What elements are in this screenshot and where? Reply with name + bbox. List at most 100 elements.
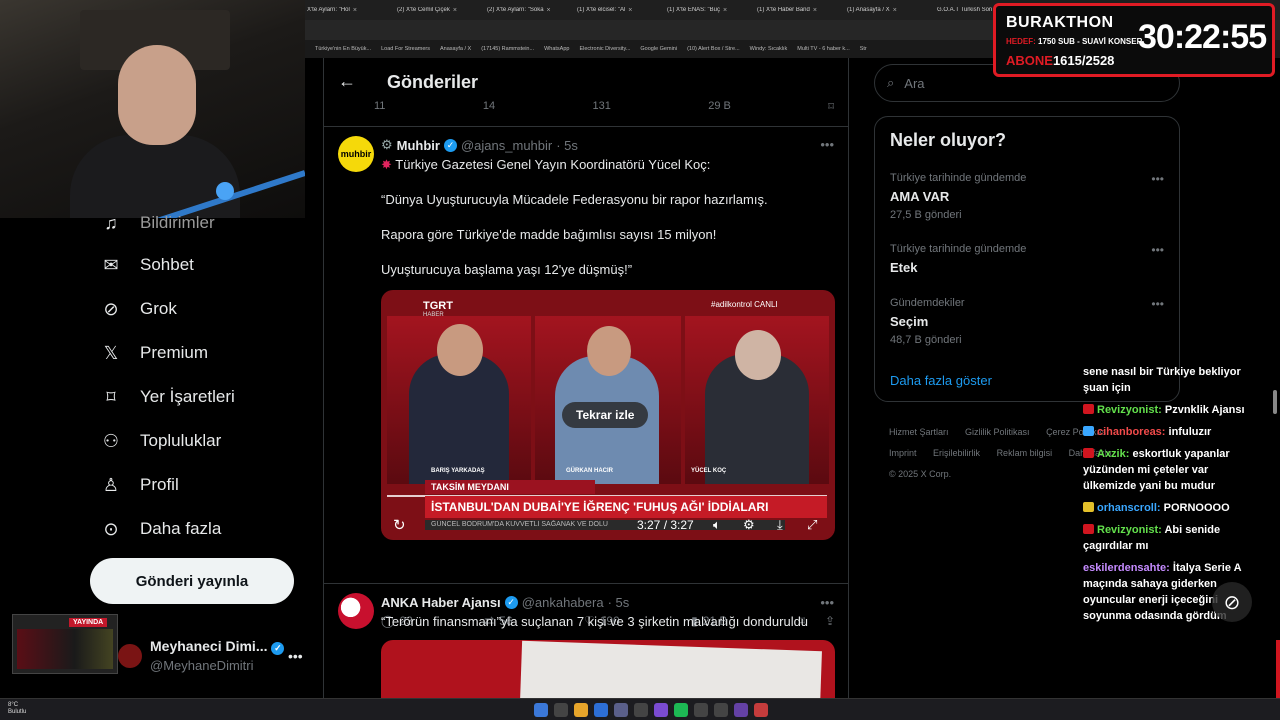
nav-item-notifications[interactable]: ♫ Bildirimler (100, 212, 214, 234)
chrome-icon[interactable] (574, 703, 588, 717)
nav-item-grok[interactable]: ⊘ Grok (100, 298, 176, 320)
browser-tab[interactable]: (2) X'te Cemil Çiçek × (397, 7, 483, 14)
chat-message: orhanscroll: PORNOOOO (1083, 500, 1255, 516)
bookmark[interactable]: (17145) Rammstein... (481, 46, 534, 52)
browser-tab[interactable]: (1) X'te ENAS: "Buç × (667, 7, 753, 14)
avatar[interactable]: muhbir (338, 136, 374, 172)
bookmark[interactable]: Google Gemini (640, 46, 677, 52)
footer-link[interactable]: Imprint (889, 448, 917, 458)
trend-topic: Seçim (890, 314, 929, 329)
guest-nameplate: GÜRKAN HACIR (566, 468, 613, 474)
footer-link[interactable]: Gizlilik Politikası (965, 427, 1030, 437)
search-icon[interactable] (554, 703, 568, 717)
volume-icon[interactable]: 🔈︎ (713, 517, 721, 533)
trend-item[interactable]: Türkiye tarihinde gündemde AMA VAR 27,5 … (890, 172, 1170, 221)
browser-tab[interactable]: (1) Anasayfa / X × (847, 7, 933, 14)
start-icon[interactable] (534, 703, 548, 717)
author-name[interactable]: ANKA Haber Ajansı (381, 595, 501, 610)
steam-icon[interactable] (634, 703, 648, 717)
tweet-image[interactable] (381, 640, 835, 698)
bookmark[interactable]: Load For Streamers (381, 46, 430, 52)
close-icon[interactable]: × (723, 7, 727, 14)
replay-icon[interactable]: ↻ (393, 516, 406, 534)
repost-count[interactable]: 14 (483, 100, 495, 114)
bookmark[interactable]: Multi TV - 6 haber k... (797, 46, 849, 52)
grok-icon[interactable]: ⊘ (1212, 582, 1252, 622)
app-icon[interactable] (754, 703, 768, 717)
more-dots-icon[interactable]: ••• (1151, 243, 1164, 257)
tweet[interactable]: muhbir ⚙ Muhbir ✓ @ajans_muhbir · 5s •••… (324, 126, 848, 628)
spotify-icon[interactable] (674, 703, 688, 717)
close-icon[interactable]: × (353, 7, 357, 14)
replay-button[interactable]: Tekrar izle (562, 402, 649, 428)
bookmark[interactable]: Anasayfa / X (440, 46, 471, 52)
author-handle[interactable]: @ankahabera (522, 595, 604, 610)
close-icon[interactable]: × (893, 7, 897, 14)
bookmark[interactable]: Türkiye'nin En Büyük... (315, 46, 371, 52)
app-icon[interactable] (654, 703, 668, 717)
nav-item-bookmarks[interactable]: ⌑ Yer İşaretleri (100, 386, 234, 408)
footer-link[interactable]: Hizmet Şartları (889, 427, 949, 437)
communities-icon: ⚇ (102, 430, 120, 451)
reply-count[interactable]: 11 (374, 100, 385, 114)
channel-sub: HABER (423, 312, 444, 318)
bookmark[interactable]: Str (860, 46, 867, 52)
nav-item-communities[interactable]: ⚇ Topluluklar (100, 430, 221, 452)
chat-text: PORNOOOO (1163, 502, 1230, 514)
more-dots-icon[interactable]: ••• (820, 595, 834, 610)
close-icon[interactable]: × (628, 7, 632, 14)
author-name[interactable]: Muhbir (397, 138, 440, 153)
nav-item-premium[interactable]: 𝕏 Premium (100, 342, 208, 364)
nav-item-profile[interactable]: ♙ Profil (100, 474, 179, 496)
footer-link[interactable]: Erişilebilirlik (933, 448, 980, 458)
more-dots-icon[interactable]: ••• (1151, 297, 1164, 311)
tab-label: (2) X'te Aylarn: "Soka (487, 7, 544, 13)
like-count[interactable]: 131 (592, 100, 610, 114)
trend-item[interactable]: Türkiye tarihinde gündemde Etek ••• (890, 243, 1170, 275)
footer-link[interactable]: Reklam bilgisi (997, 448, 1053, 458)
view-count[interactable]: 29 B (708, 100, 731, 114)
more-dots-icon[interactable]: ••• (820, 137, 834, 152)
settings-gear-icon[interactable]: ⚙ (743, 517, 755, 533)
bookmark[interactable]: Electronic Diversity... (579, 46, 630, 52)
pip-icon[interactable]: ⤓ (777, 517, 783, 533)
show-more-link[interactable]: Daha fazla göster (890, 373, 992, 388)
nav-label: Profil (140, 475, 179, 494)
bookmark[interactable]: WhatsApp (544, 46, 569, 52)
bookmark[interactable]: (10) Alert Box / Stre... (687, 46, 740, 52)
bookmark-icon[interactable]: ⌑ (828, 100, 834, 114)
tweet-time[interactable]: · 5s (556, 138, 578, 153)
more-dots-icon[interactable]: ••• (288, 648, 303, 664)
browser-tab[interactable]: X'te Aylarn: "Hol × (307, 7, 393, 14)
back-arrow-icon[interactable]: ← (338, 71, 356, 92)
browser-tab[interactable]: (1) X'te Haber Band × (757, 7, 843, 14)
app-icon[interactable] (694, 703, 708, 717)
screen: X'te Aylarn: "Hol × (2) X'te Cemil Çiçek ×… (0, 0, 1280, 720)
close-icon[interactable]: × (453, 7, 457, 14)
tweet-text-line: Uyuşturucuya başlama yaşı 12'ye düşmüş!” (381, 262, 633, 277)
trend-item[interactable]: Gündemdekiler Seçim 48,7 B gönderi ••• (890, 297, 1170, 346)
weather-widget[interactable]: 8°C Bulutlu (8, 702, 26, 716)
discord-icon[interactable] (614, 703, 628, 717)
nav-item-chat[interactable]: ✉ Sohbet (100, 254, 193, 276)
post-button[interactable]: Gönderi yayınla (90, 558, 294, 604)
tab-label: (1) X'te elcisel: "Al (577, 7, 626, 13)
close-icon[interactable]: × (547, 7, 551, 14)
obs-icon[interactable] (734, 703, 748, 717)
edge-icon[interactable] (594, 703, 608, 717)
video-player[interactable]: TGRT HABER #adilkontrol CANLI BARIŞ YARKA… (381, 290, 835, 540)
scrollbar[interactable] (1273, 390, 1277, 414)
avatar[interactable] (338, 593, 374, 629)
nav-item-more[interactable]: ⊙ Daha fazla (100, 518, 221, 540)
close-icon[interactable]: × (813, 7, 817, 14)
browser-tab[interactable]: (2) X'te Aylarn: "Soka × (487, 7, 573, 14)
browser-tab[interactable]: (1) X'te elcisel: "Al × (577, 7, 663, 14)
bookmark[interactable]: Windy: Sıcaklık (750, 46, 788, 52)
account-switcher[interactable]: Meyhaneci Dimi... ✓ @MeyhaneDimitri ••• (118, 638, 303, 673)
author-handle[interactable]: @ajans_muhbir (461, 138, 552, 153)
tweet-time[interactable]: · 5s (608, 595, 630, 610)
app-icon[interactable] (714, 703, 728, 717)
more-dots-icon[interactable]: ••• (1151, 172, 1164, 186)
fullscreen-icon[interactable]: ⤢ (807, 517, 817, 533)
guest-head (735, 330, 781, 380)
